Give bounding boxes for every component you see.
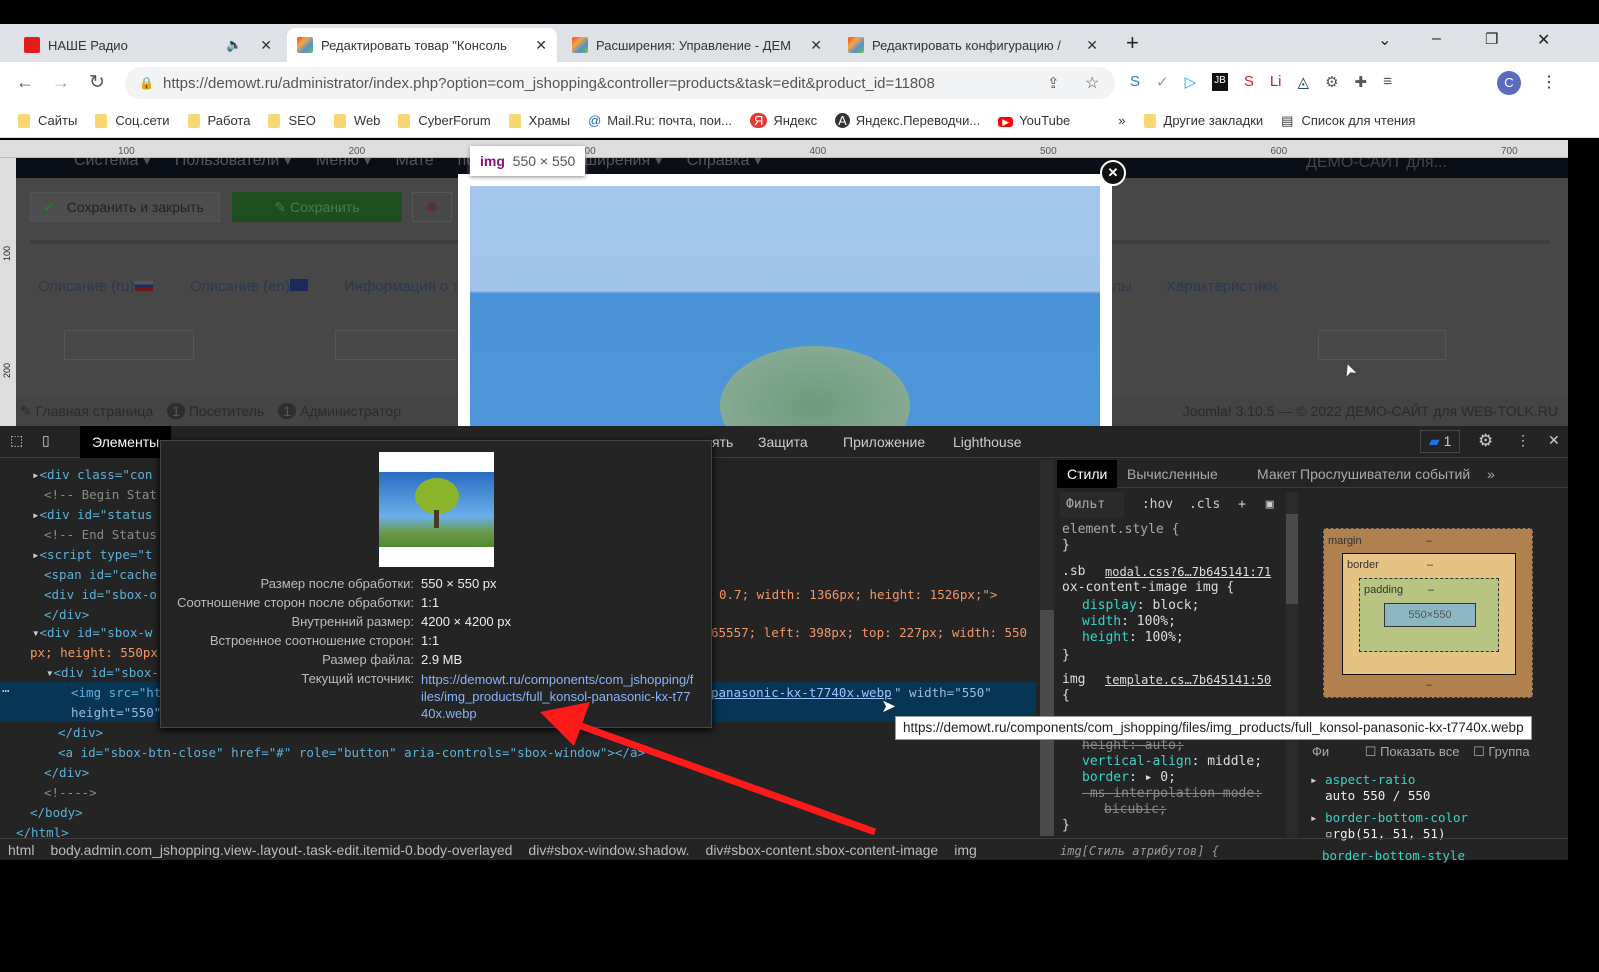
arrow-shaft: [568, 718, 877, 836]
red-arrow-annotation: [540, 702, 877, 836]
